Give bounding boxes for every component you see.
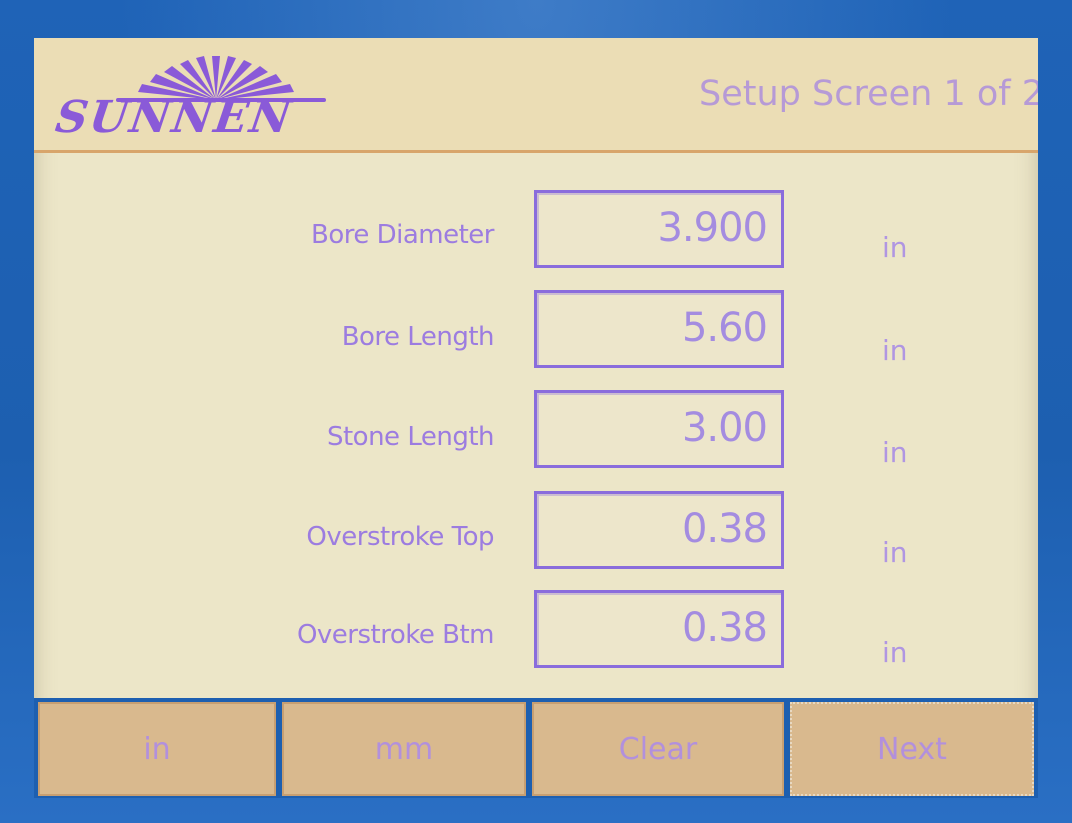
mm-units-button[interactable]: mm xyxy=(282,702,526,796)
stone-length-unit: in xyxy=(882,436,908,469)
bore-length-field[interactable]: 5.60 xyxy=(534,290,784,368)
bore-diameter-field[interactable]: 3.900 xyxy=(534,190,784,268)
bore-length-label: Bore Length xyxy=(341,322,495,352)
logo-wordmark: SUNNEN xyxy=(52,92,296,143)
overstroke-top-label: Overstroke Top xyxy=(306,522,494,552)
bore-length-value: 5.60 xyxy=(681,305,768,351)
stone-length-label: Stone Length xyxy=(326,422,495,452)
sunnen-logo: SUNNEN xyxy=(52,52,336,143)
in-units-button[interactable]: in xyxy=(38,702,276,796)
footer-button-bar: in mm Clear Next xyxy=(34,698,1038,798)
bore-diameter-unit: in xyxy=(882,231,908,264)
bore-diameter-value: 3.900 xyxy=(657,205,768,251)
next-button[interactable]: Next xyxy=(790,702,1034,796)
stone-length-value: 3.00 xyxy=(681,405,768,451)
overstroke-top-unit: in xyxy=(882,536,908,569)
overstroke-top-value: 0.38 xyxy=(681,506,768,552)
overstroke-btm-unit: in xyxy=(882,636,908,669)
clear-button[interactable]: Clear xyxy=(532,702,784,796)
overstroke-btm-field[interactable]: 0.38 xyxy=(534,590,784,668)
overstroke-top-field[interactable]: 0.38 xyxy=(534,491,784,569)
setup-screen: SUNNEN Setup Screen 1 of 2 Bore Diameter… xyxy=(34,38,1038,798)
screen-title: Setup Screen 1 of 2 xyxy=(699,74,1038,114)
bore-length-unit: in xyxy=(882,334,908,367)
stone-length-field[interactable]: 3.00 xyxy=(534,390,784,468)
bore-diameter-label: Bore Diameter xyxy=(310,220,495,250)
overstroke-btm-value: 0.38 xyxy=(681,605,768,651)
header-bar: SUNNEN Setup Screen 1 of 2 xyxy=(34,38,1038,153)
overstroke-btm-label: Overstroke Btm xyxy=(296,620,495,650)
